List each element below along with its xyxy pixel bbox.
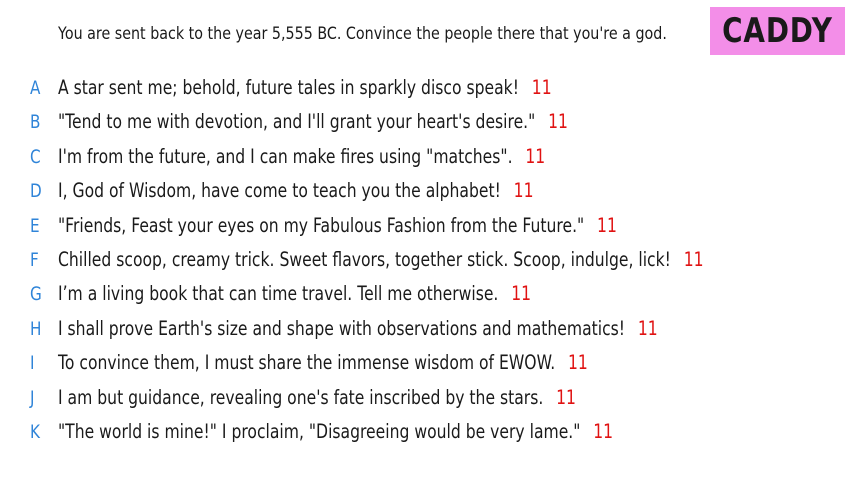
response-letter: K [30,420,40,443]
response-text-wrap: I shall prove Earth's size and shape wit… [58,317,658,340]
response-text-wrap: I’m a living book that can time travel. … [58,282,531,305]
response-text-wrap: To convince them, I must share the immen… [58,351,588,374]
response-letter: D [30,180,42,203]
word-count: 11 [637,316,658,340]
response-text-wrap: A star sent me; behold, future tales in … [58,76,552,99]
response-letter: I [30,352,35,375]
word-count: 11 [511,282,532,306]
response-text: I, God of Wisdom, have come to teach you… [58,179,501,203]
response-row-g: G I’m a living book that can time travel… [0,276,853,310]
word-count: 11 [567,351,588,375]
response-text: "Tend to me with devotion, and I'll gran… [58,110,536,134]
word-count: 11 [593,419,614,443]
response-row-j: J I am but guidance, revealing one's fat… [0,380,853,414]
word-count: 11 [597,213,617,237]
response-text: I'm from the future, and I can make fire… [58,144,513,168]
response-row-k: K "The world is mine!" I proclaim, "Disa… [0,414,853,448]
response-text: I’m a living book that can time travel. … [58,282,499,306]
response-list: A A star sent me; behold, future tales i… [0,70,853,448]
response-row-b: B "Tend to me with devotion, and I'll gr… [0,104,853,138]
response-row-d: D I, God of Wisdom, have come to teach y… [0,173,853,207]
response-row-i: I To convince them, I must share the imm… [0,345,853,379]
word-count: 11 [548,110,568,134]
word-count: 11 [556,385,576,409]
response-text-wrap: "Tend to me with devotion, and I'll gran… [58,110,568,133]
contestant-name: CADDY [722,11,833,51]
response-text: "Friends, Feast your eyes on my Fabulous… [58,213,585,237]
response-text: I shall prove Earth's size and shape wit… [58,316,626,340]
response-row-c: C I'm from the future, and I can make fi… [0,139,853,173]
response-text: Chilled scoop, creamy trick. Sweet flavo… [58,247,671,271]
response-letter: G [30,283,42,306]
response-letter: B [30,111,41,134]
response-letter: A [30,77,41,99]
word-count: 11 [513,179,534,203]
response-letter: J [30,386,35,409]
response-letter: C [30,145,41,168]
response-row-e: E "Friends, Feast your eyes on my Fabulo… [0,208,853,242]
response-row-f: F Chilled scoop, creamy trick. Sweet fla… [0,242,853,276]
response-letter: E [30,214,40,237]
response-row-h: H I shall prove Earth's size and shape w… [0,311,853,345]
word-count: 11 [531,76,552,99]
response-letter: F [30,248,39,271]
response-text-wrap: Chilled scoop, creamy trick. Sweet flavo… [58,248,704,271]
response-letter: H [30,317,42,340]
word-count: 11 [525,144,546,168]
response-text-wrap: "The world is mine!" I proclaim, "Disagr… [58,420,613,443]
response-text-wrap: I'm from the future, and I can make fire… [58,145,545,168]
response-text: A star sent me; behold, future tales in … [58,76,519,99]
word-count: 11 [683,247,704,271]
prompt-text: You are sent back to the year 5,555 BC. … [58,24,667,44]
response-text: "The world is mine!" I proclaim, "Disagr… [58,419,581,443]
response-text-wrap: I, God of Wisdom, have come to teach you… [58,179,534,202]
response-text-wrap: I am but guidance, revealing one's fate … [58,386,576,409]
contestant-name-badge: CADDY [710,7,845,55]
response-row-a: A A star sent me; behold, future tales i… [0,70,853,104]
response-text: To convince them, I must share the immen… [58,351,556,375]
response-text-wrap: "Friends, Feast your eyes on my Fabulous… [58,214,617,237]
response-text: I am but guidance, revealing one's fate … [58,385,544,409]
